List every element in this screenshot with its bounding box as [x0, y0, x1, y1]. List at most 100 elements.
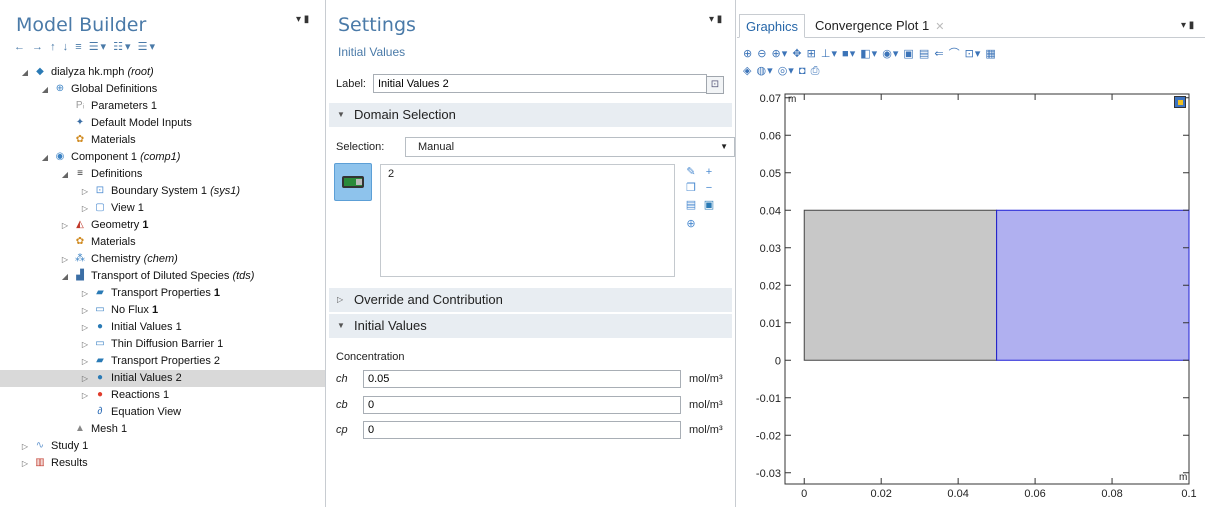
clear-icon[interactable]: ▣ [702, 198, 716, 212]
tree-item-text: Initial Values 1 [111, 321, 182, 333]
model-inputs-icon: ✦ [75, 117, 85, 128]
definitions-icon: ≡ [77, 168, 83, 179]
tree-item[interactable]: ◢ ⊕ Global Definitions [0, 81, 325, 98]
materials-icon: ✿ [75, 134, 85, 145]
tree-item[interactable]: ▷ ● Reactions 1 [0, 387, 325, 404]
tree-item[interactable]: ▷ ▰ Transport Properties 1 [0, 285, 325, 302]
tree-item[interactable]: ▷ ▢ View 1 [0, 200, 325, 217]
tree-item-text: Initial Values 2 [111, 372, 182, 384]
tree-item[interactable]: ▷ ▭ Thin Diffusion Barrier 1 [0, 336, 325, 353]
expand-icon[interactable]: ▷ [20, 438, 30, 455]
collapse-icon[interactable]: ◢ [60, 268, 70, 285]
graphics-panel: Graphics Convergence Plot 1 ✕ ▾ ▮ ⊕ ⊖ ⊕▾ … [737, 0, 1206, 507]
pin-icon[interactable]: ▾ ▮ [709, 14, 722, 25]
mesh-icon: ▲ [75, 423, 85, 434]
expand-icon[interactable]: ▷ [80, 302, 90, 319]
tree-item[interactable]: ▷ ▭ No Flux 1 [0, 302, 325, 319]
tree-item[interactable]: ◢ ◆ dialyza hk.mph (root) [0, 64, 325, 81]
initial-values-section[interactable]: ▼ Initial Values [329, 314, 732, 338]
selection-list[interactable]: 2 [380, 164, 675, 277]
pin-icon[interactable]: ▾ ▮ [296, 14, 309, 25]
y-axis-unit: m [788, 94, 796, 105]
collapse-icon[interactable]: ◢ [60, 166, 70, 183]
tree-item-label: Study 1 [51, 438, 88, 455]
x-tick-label: 0.08 [1101, 488, 1122, 500]
copy-icon[interactable]: ❐ [684, 181, 698, 195]
tree-item[interactable]: ▷ ◭ Geometry 1 [0, 217, 325, 234]
paste-icon[interactable]: ▤ [684, 198, 698, 212]
zoom-selection-icon[interactable]: ⊕ [684, 217, 698, 231]
tree-item[interactable]: ▲ Mesh 1 [0, 421, 325, 438]
model-builder-toolbar[interactable]: ← → ↑ ↓ ≡ ☰▾ ☷▾ ☰▾ [14, 40, 157, 53]
tree-item[interactable]: ◢ ▟ Transport of Diluted Species (tds) [0, 268, 325, 285]
x-tick-label: 0.1 [1181, 488, 1196, 500]
y-tick-label: 0.01 [760, 318, 781, 330]
tree-item[interactable]: ◢ ◉ Component 1 (comp1) [0, 149, 325, 166]
list-item[interactable]: 2 [388, 168, 674, 180]
tree-item[interactable]: ∂ Equation View [0, 404, 325, 421]
paint-icon[interactable]: ✎ [684, 165, 698, 179]
tree-item[interactable]: ✿ Materials [0, 132, 325, 149]
collapse-icon[interactable]: ◢ [40, 81, 50, 98]
cp-input[interactable] [363, 421, 681, 439]
x-tick-label: 0.04 [947, 488, 968, 500]
expand-icon[interactable]: ▷ [80, 370, 90, 387]
cb-input[interactable] [363, 396, 681, 414]
expand-icon[interactable]: ▷ [60, 217, 70, 234]
expand-icon[interactable]: ▷ [80, 319, 90, 336]
reset-label-icon[interactable]: ⊡ [706, 76, 724, 94]
selection-dropdown[interactable]: Manual ▼ [405, 137, 735, 157]
domain-selection-section[interactable]: ▼ Domain Selection [329, 103, 732, 127]
tree-item[interactable]: ▷ ⁂ Chemistry (chem) [0, 251, 325, 268]
active-selection-toggle-icon[interactable] [334, 163, 372, 201]
geometry-plot[interactable]: 0.07 0.06 0.05 0.04 0.03 0.02 0.01 0 -0.01 -0.02 -… [737, 84, 1206, 504]
y-tick-label: 0.03 [760, 243, 781, 255]
initial-values-title: Initial Values [354, 318, 427, 333]
label-input[interactable] [373, 74, 707, 93]
settings-subtitle: Initial Values [338, 45, 406, 59]
tree-item-text: Parameters 1 [91, 100, 158, 112]
expand-icon[interactable]: ▷ [60, 251, 70, 268]
tree-item-text: Equation View [111, 406, 182, 418]
unit-label: mol/m³ [689, 424, 723, 436]
graphics-tabs: Graphics Convergence Plot 1 ✕ [737, 14, 1205, 38]
tree-item[interactable]: ▷ ▥ Results [0, 455, 325, 472]
remove-icon[interactable]: − [702, 181, 716, 195]
tree-item[interactable]: ◢ ≡ Definitions [0, 166, 325, 183]
tab-graphics[interactable]: Graphics [739, 14, 806, 38]
tab-convergence-plot[interactable]: Convergence Plot 1 ✕ [809, 14, 950, 38]
graphics-toolbar-row1[interactable]: ⊕ ⊖ ⊕▾ ✥ ⊞ ⊥▾ ■▾ ◧▾ ◉▾ ▣ ▤ ⇐ ⌒ ⊡▾ ▦ [743, 45, 997, 61]
expand-icon[interactable]: ▷ [80, 387, 90, 404]
collapse-icon[interactable]: ◢ [20, 64, 30, 81]
close-icon[interactable]: ✕ [935, 21, 944, 33]
tree-item-label: Mesh 1 [91, 421, 127, 438]
settings-title: Settings [338, 14, 416, 36]
expand-icon[interactable]: ▷ [80, 353, 90, 370]
tree-item-label: No Flux 1 [111, 302, 158, 319]
tree-item[interactable]: Pᵢ Parameters 1 [0, 98, 325, 115]
tree-item-label: Results [51, 455, 88, 472]
tree-item-text: Reactions 1 [111, 389, 170, 401]
axis-orientation-icon[interactable] [1174, 96, 1186, 108]
graphics-toolbar-row2[interactable]: ◈ ◍▾ ◎▾ ◘ ⎙ [743, 64, 820, 80]
add-icon[interactable]: + [702, 165, 716, 179]
ch-input[interactable] [363, 370, 681, 388]
tree-item[interactable]: ✦ Default Model Inputs [0, 115, 325, 132]
collapse-icon[interactable]: ◢ [40, 149, 50, 166]
y-tick-label: 0.05 [760, 168, 781, 180]
tree-item-label: Component 1 (comp1) [71, 149, 180, 166]
tree-item[interactable]: ▷ ▰ Transport Properties 2 [0, 353, 325, 370]
expand-icon[interactable]: ▷ [80, 183, 90, 200]
tree-item[interactable]: ▷ ∿ Study 1 [0, 438, 325, 455]
tree-item[interactable]: ▷ ⊡ Boundary System 1 (sys1) [0, 183, 325, 200]
expand-icon[interactable]: ▷ [20, 455, 30, 472]
tree-item[interactable]: ✿ Materials [0, 234, 325, 251]
tree-item-text: Component 1 [71, 151, 138, 163]
expand-icon[interactable]: ▷ [80, 285, 90, 302]
pin-icon[interactable]: ▾ ▮ [1181, 20, 1194, 31]
tree-item[interactable]: ▷ ● Initial Values 2 [0, 370, 325, 387]
expand-icon[interactable]: ▷ [80, 336, 90, 353]
tree-item[interactable]: ▷ ● Initial Values 1 [0, 319, 325, 336]
expand-icon[interactable]: ▷ [80, 200, 90, 217]
override-section[interactable]: ▷ Override and Contribution [329, 288, 732, 312]
